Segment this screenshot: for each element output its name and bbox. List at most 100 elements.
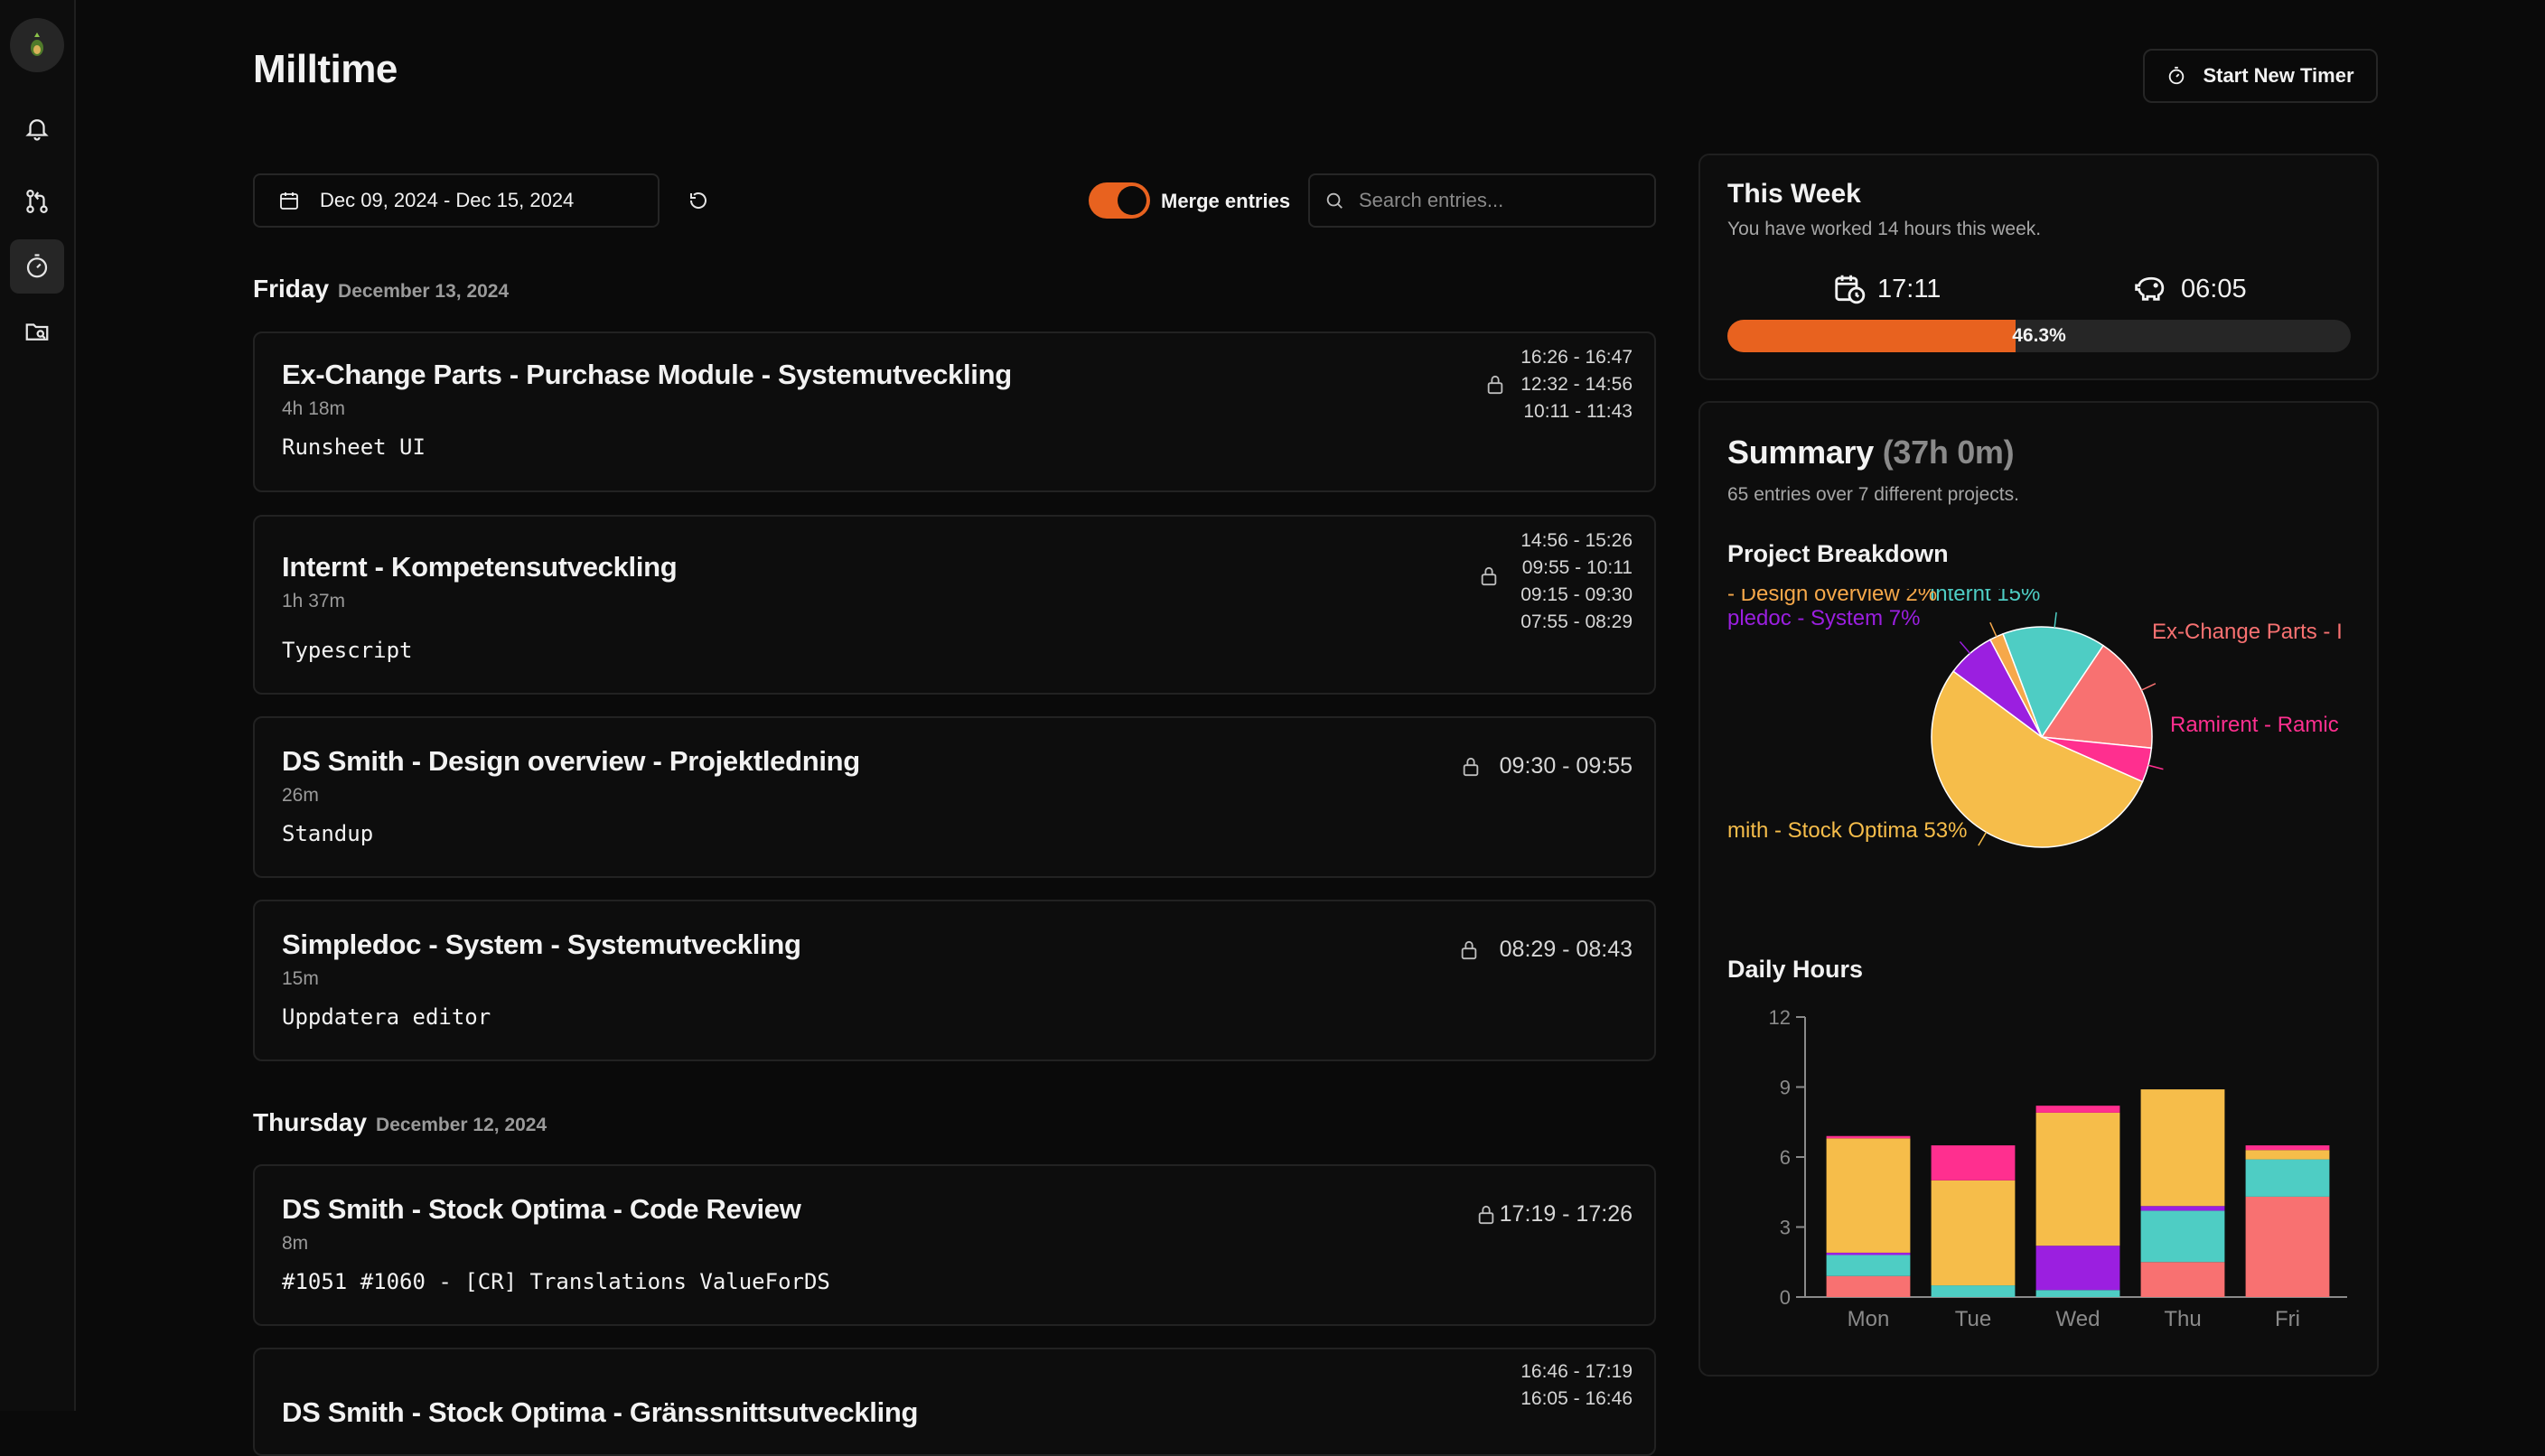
time-entry[interactable]: Internt - Kompetensutveckling 1h 37m Typ… [253,515,1656,695]
y-tick-label: 0 [1780,1286,1791,1309]
calendar-icon [280,192,298,210]
entry-duration: 15m [282,968,319,989]
day-date: December 12, 2024 [376,1115,547,1135]
entry-duration: 1h 37m [282,591,346,611]
merge-entries-toggle[interactable] [1089,182,1150,219]
start-new-timer-button[interactable]: Start New Timer [2143,49,2378,103]
bar-segment[interactable] [2140,1210,2225,1263]
day-header-friday: Friday December 13, 2024 [253,275,509,303]
bar-segment[interactable] [2140,1206,2225,1211]
pie-leader-line [1989,621,1998,638]
avatar[interactable] [10,18,64,72]
lock-icon[interactable] [1476,1204,1496,1226]
this-week-title: This Week [1727,179,1861,209]
week-piggy-time: 06:05 [2181,275,2247,303]
summary-total: (37h 0m) [1882,434,2015,471]
week-progress-bar: 46.3% [1727,320,2351,352]
bar-segment[interactable] [1826,1138,1911,1253]
entry-time-ranges: 08:29 - 08:43 [1500,936,1633,963]
pie-leader-line [2054,611,2057,628]
bar-segment[interactable] [2140,1262,2225,1297]
bar-segment[interactable] [1826,1275,1911,1297]
bar-segment[interactable] [1931,1145,2016,1181]
bar-segment[interactable] [2035,1106,2120,1113]
bar-segment[interactable] [2245,1145,2330,1151]
entry-description: Uppdatera editor [282,1004,491,1030]
search-icon [1326,192,1343,209]
bell-icon[interactable] [10,101,64,155]
pie-leader-line [2147,764,2164,770]
bar-segment[interactable] [2245,1159,2330,1197]
pie-label: - Design overview 2% [1727,589,1937,606]
entry-description: Runsheet UI [282,434,426,460]
x-tick-label: Tue [1955,1307,1991,1331]
time-range: 09:15 - 09:30 [1520,584,1633,605]
summary-title: Summary [1727,434,1874,471]
date-range-picker[interactable]: Dec 09, 2024 - Dec 15, 2024 [253,173,660,228]
bar-segment[interactable] [2035,1112,2120,1246]
start-new-timer-label: Start New Timer [2203,64,2354,87]
pie-label: Ramirent - Ramic [2170,713,2339,737]
entry-time-ranges: 16:46 - 17:19 16:05 - 16:46 [1520,1358,1633,1413]
time-entry[interactable]: Simpledoc - System - Systemutveckling 15… [253,900,1656,1061]
x-tick-label: Mon [1848,1307,1890,1331]
time-entry[interactable]: DS Smith - Design overview - Projektledn… [253,716,1656,878]
entry-description: Standup [282,821,374,846]
week-clock-time: 17:11 [1877,275,1941,303]
bar-segment[interactable] [2245,1196,2330,1297]
entry-title: Internt - Kompetensutveckling [282,551,678,583]
day-name: Thursday [253,1108,368,1136]
bar-segment[interactable] [2245,1150,2330,1160]
entry-time-ranges: 09:30 - 09:55 [1500,752,1633,779]
lock-icon[interactable] [1459,939,1479,961]
time-range: 14:56 - 15:26 [1520,530,1633,551]
entry-title: Ex-Change Parts - Purchase Module - Syst… [282,359,1012,390]
lock-icon[interactable] [1479,565,1499,587]
refresh-icon[interactable] [683,185,714,216]
bar-segment[interactable] [2140,1089,2225,1207]
bar-segment[interactable] [1931,1285,2016,1297]
time-range: 12:32 - 14:56 [1520,374,1633,395]
bar-segment[interactable] [1826,1255,1911,1276]
bar-segment[interactable] [1826,1252,1911,1255]
bar-segment[interactable] [2035,1290,2120,1297]
time-range: 16:46 - 17:19 [1520,1361,1633,1382]
bar-segment[interactable] [2035,1246,2120,1291]
time-entry[interactable]: DS Smith - Stock Optima - Code Review 8m… [253,1164,1656,1326]
entry-duration: 8m [282,1233,309,1254]
stopwatch-icon[interactable] [10,239,64,294]
time-entry[interactable]: Ex-Change Parts - Purchase Module - Syst… [253,331,1656,492]
pie-leader-line [1959,640,1971,654]
calendar-clock-icon [1835,275,1866,304]
pull-request-icon[interactable] [10,174,64,229]
search-input[interactable] [1357,188,1650,213]
entry-title: DS Smith - Design overview - Projektledn… [282,745,860,777]
bar-segment[interactable] [1826,1135,1911,1139]
entry-title: Simpledoc - System - Systemutveckling [282,929,801,960]
page-title: Milltime [253,47,398,91]
lock-icon[interactable] [1485,374,1505,396]
entry-duration: 4h 18m [282,398,346,419]
time-range: 09:55 - 10:11 [1521,557,1633,578]
x-tick-label: Wed [2056,1307,2101,1331]
y-tick-label: 3 [1780,1217,1791,1239]
x-tick-label: Fri [2275,1307,2300,1331]
time-entry[interactable]: DS Smith - Stock Optima - Gränssnittsutv… [253,1348,1656,1456]
pie-label: mith - Stock Optima 53% [1727,818,1967,843]
lock-icon[interactable] [1461,756,1481,778]
entry-description: #1051 #1060 - [CR] Translations ValueFor… [282,1269,830,1294]
pie-leader-line [1978,831,1988,846]
entry-time-ranges: 14:56 - 15:26 09:55 - 10:11 09:15 - 09:3… [1520,527,1633,636]
toggle-knob [1118,186,1146,215]
entry-time-ranges: 17:19 - 17:26 [1500,1200,1633,1227]
this-week-subtitle: You have worked 14 hours this week. [1727,219,2042,239]
pie-leader-line [2141,683,2157,691]
y-tick-label: 6 [1780,1146,1791,1169]
summary-heading: Summary (37h 0m) [1727,434,2015,471]
bar-segment[interactable] [1931,1180,2016,1286]
day-name: Friday [253,275,330,303]
time-range: 09:30 - 09:55 [1499,753,1633,779]
entry-description: Typescript [282,638,413,663]
merge-entries-label: Merge entries [1161,190,1291,212]
folder-search-icon[interactable] [10,304,64,359]
